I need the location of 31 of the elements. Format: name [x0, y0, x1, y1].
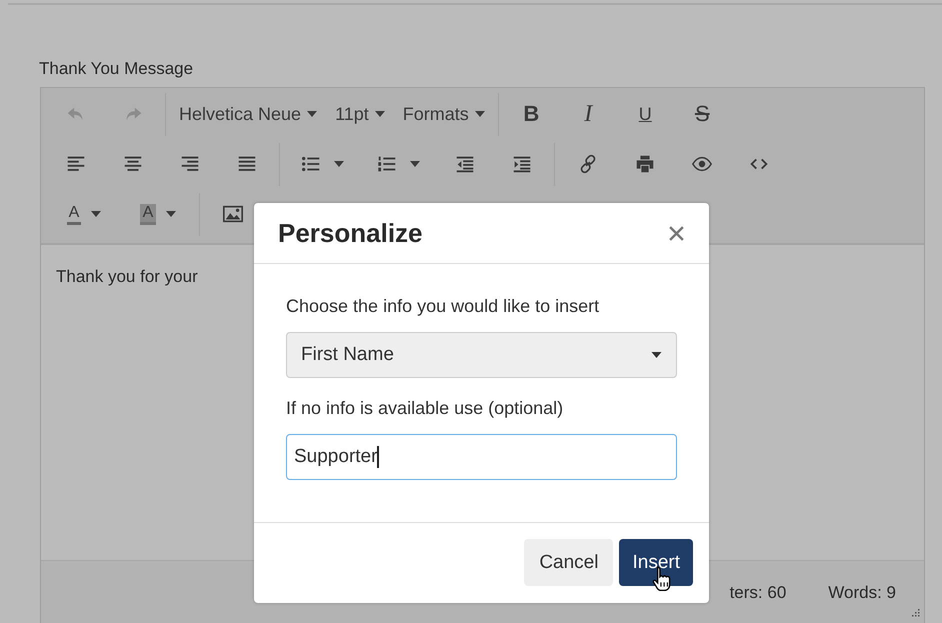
- strikethrough-button[interactable]: S: [682, 96, 723, 132]
- field-label: Thank You Message: [39, 59, 194, 80]
- fallback-input[interactable]: Supporter: [286, 434, 677, 480]
- font-dropdown[interactable]: Helvetica Neue: [176, 96, 320, 132]
- font-dropdown[interactable]: 11pt: [332, 96, 388, 132]
- image-icon: [222, 203, 244, 225]
- resize-grip-icon: [912, 609, 920, 617]
- font-dropdown[interactable]: Formats: [400, 96, 488, 132]
- close-icon: [668, 224, 685, 242]
- text-color-button[interactable]: A: [55, 196, 113, 232]
- highlight-color-button[interactable]: A: [129, 196, 187, 232]
- caret-icon: [374, 111, 385, 117]
- caret-icon: [474, 111, 485, 117]
- insert-button[interactable]: Insert: [619, 539, 693, 586]
- caret-icon: [307, 111, 318, 117]
- word-count-text: Words: 9: [828, 583, 896, 603]
- caret-icon: [166, 211, 176, 217]
- italic-button[interactable]: I: [568, 96, 609, 132]
- caret-icon: [651, 352, 662, 358]
- field-label: Choose the info you would like to insert: [286, 296, 600, 318]
- caret-icon: [410, 161, 420, 167]
- underline-button[interactable]: U: [624, 96, 666, 132]
- word-count-text: ters: 60: [730, 583, 786, 603]
- dialog-title: Personalize: [278, 218, 423, 248]
- info-select[interactable]: First Name: [286, 332, 677, 378]
- bold-button[interactable]: B: [510, 96, 552, 132]
- cancel-button[interactable]: Cancel: [524, 539, 614, 586]
- caret-icon: [334, 161, 344, 167]
- caret-icon: [91, 211, 102, 217]
- field-label: If no info is available use (optional): [286, 398, 564, 420]
- message-text: Thank you for your: [56, 267, 198, 286]
